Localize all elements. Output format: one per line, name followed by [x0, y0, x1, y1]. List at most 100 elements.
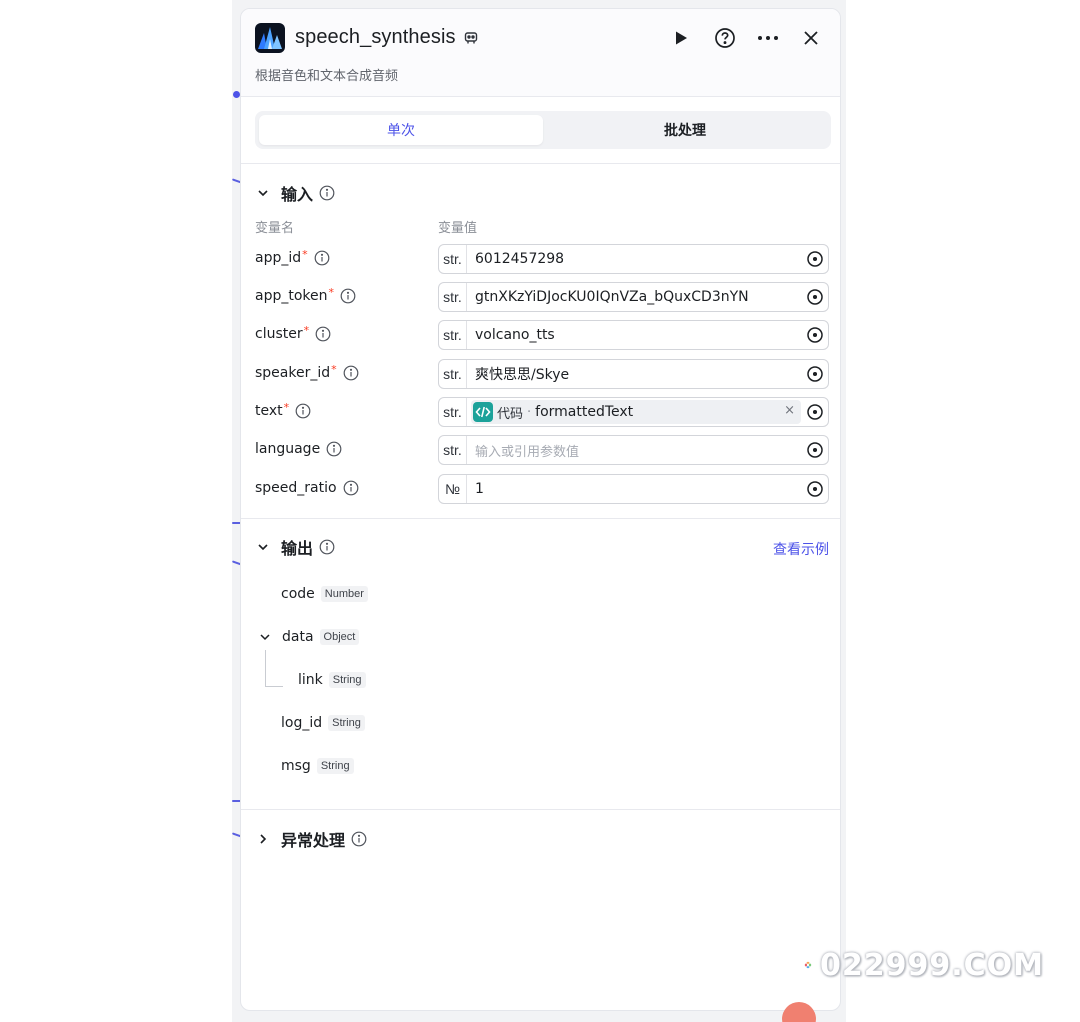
section-divider: [241, 809, 840, 810]
variable-reference-chip[interactable]: 代码 · formattedText ×: [471, 400, 801, 424]
type-tag[interactable]: str.: [439, 360, 467, 388]
field-value[interactable]: 1: [475, 481, 806, 497]
chevron-down-icon[interactable]: [255, 539, 271, 555]
output-field-log-id: log_id String: [281, 712, 365, 734]
node-logo-icon: [255, 23, 285, 53]
param-row-cluster: cluster * str. volcano_tts: [255, 320, 831, 350]
output-type-badge: Number: [320, 586, 368, 602]
cluster-field[interactable]: str. volcano_tts: [438, 320, 829, 350]
chevron-down-icon[interactable]: [259, 631, 271, 643]
info-icon[interactable]: [295, 403, 311, 419]
field-placeholder[interactable]: 输入或引用参数值: [475, 441, 806, 460]
reference-target-icon[interactable]: [806, 365, 824, 383]
param-name: app_id: [255, 250, 302, 266]
chevron-down-icon[interactable]: [255, 185, 271, 201]
run-icon[interactable]: [669, 26, 693, 50]
param-row-speaker-id: speaker_id * str. 爽快思思/Skye: [255, 359, 831, 389]
param-name: text: [255, 403, 283, 419]
reference-target-icon[interactable]: [806, 403, 824, 421]
field-value[interactable]: 爽快思思/Skye: [475, 364, 806, 384]
exception-section-header[interactable]: 异常处理: [255, 827, 367, 851]
field-value[interactable]: volcano_tts: [475, 327, 806, 343]
close-icon[interactable]: [799, 26, 823, 50]
watermark-text: 022999.COM: [819, 947, 1044, 983]
chevron-right-icon[interactable]: [255, 831, 271, 847]
field-value[interactable]: gtnXKzYiDJocKU0IQnVZa_bQuxCD3nYN: [475, 289, 806, 305]
connection-port[interactable]: [233, 91, 240, 98]
param-name: language: [255, 441, 321, 457]
param-row-language: language str. 输入或引用参数值: [255, 435, 831, 465]
reference-source: 代码: [497, 406, 524, 422]
required-mark: *: [328, 285, 335, 299]
output-section-header[interactable]: 输出: [255, 535, 335, 559]
remove-reference-icon[interactable]: ×: [784, 403, 795, 418]
speed-ratio-field[interactable]: № 1: [438, 474, 829, 504]
info-icon[interactable]: [314, 250, 330, 266]
info-icon[interactable]: [315, 326, 331, 342]
section-divider: [241, 518, 840, 519]
tree-connector: [265, 686, 283, 687]
language-field[interactable]: str. 输入或引用参数值: [438, 435, 829, 465]
type-tag[interactable]: str.: [439, 398, 467, 426]
type-tag[interactable]: str.: [439, 245, 467, 273]
output-name: code: [281, 586, 315, 602]
info-icon[interactable]: [343, 480, 359, 496]
node-panel: speech_synthesis 根据音色和文本合成音频 单次 批处理 输入 变…: [240, 8, 841, 1011]
reference-target-icon[interactable]: [806, 326, 824, 344]
type-tag[interactable]: str.: [439, 283, 467, 311]
input-section-header[interactable]: 输入: [255, 181, 335, 205]
reference-target-icon[interactable]: [806, 288, 824, 306]
param-row-text: text * str. 代码 · formattedText ×: [255, 397, 831, 427]
watermark-logo-icon: [804, 961, 812, 969]
field-value[interactable]: 6012457298: [475, 251, 806, 267]
param-row-app-token: app_token * str. gtnXKzYiDJocKU0IQnVZa_bQ…: [255, 282, 831, 312]
more-icon[interactable]: [756, 26, 780, 50]
required-mark: *: [303, 323, 310, 337]
info-icon[interactable]: [343, 365, 359, 381]
output-field-data[interactable]: data Object: [259, 626, 360, 648]
reference-target-icon[interactable]: [806, 480, 824, 498]
info-icon[interactable]: [326, 441, 342, 457]
tab-batch[interactable]: 批处理: [543, 115, 827, 145]
input-section-title: 输入: [281, 185, 314, 204]
view-example-link[interactable]: 查看示例: [773, 539, 829, 559]
param-name: cluster: [255, 326, 303, 342]
section-divider: [241, 163, 840, 164]
reference-variable: formattedText: [535, 404, 634, 420]
reference-separator: ·: [527, 404, 532, 420]
plugin-badge-icon: [463, 30, 479, 46]
mode-tabs: 单次 批处理: [255, 111, 831, 149]
info-icon[interactable]: [351, 831, 367, 847]
output-type-badge: String: [328, 715, 365, 731]
output-type-badge: Object: [319, 629, 360, 645]
help-icon[interactable]: [713, 26, 737, 50]
type-tag[interactable]: str.: [439, 321, 467, 349]
column-header-name: 变量名: [255, 221, 295, 236]
param-row-speed-ratio: speed_ratio № 1: [255, 474, 831, 504]
watermark: 022999.COM: [804, 936, 1044, 994]
text-field[interactable]: str. 代码 · formattedText ×: [438, 397, 829, 427]
output-name: link: [298, 672, 323, 688]
param-row-app-id: app_id * str. 6012457298: [255, 244, 831, 274]
required-mark: *: [283, 400, 290, 414]
param-name: speaker_id: [255, 365, 331, 381]
app-id-field[interactable]: str. 6012457298: [438, 244, 829, 274]
info-icon[interactable]: [319, 185, 335, 201]
required-mark: *: [302, 247, 308, 261]
reference-target-icon[interactable]: [806, 250, 824, 268]
type-tag[interactable]: №: [439, 475, 467, 503]
info-icon[interactable]: [319, 539, 335, 555]
exception-section-title: 异常处理: [281, 831, 346, 850]
app-token-field[interactable]: str. gtnXKzYiDJocKU0IQnVZa_bQuxCD3nYN: [438, 282, 829, 312]
speaker-id-field[interactable]: str. 爽快思思/Skye: [438, 359, 829, 389]
column-header-value: 变量值: [438, 221, 478, 236]
node-description: 根据音色和文本合成音频: [255, 69, 399, 84]
output-type-badge: String: [316, 758, 354, 774]
code-icon: [473, 402, 493, 422]
reference-target-icon[interactable]: [806, 441, 824, 459]
info-icon[interactable]: [340, 288, 356, 304]
output-field-code: code Number: [281, 583, 368, 605]
tab-single[interactable]: 单次: [259, 115, 543, 145]
type-tag[interactable]: str.: [439, 436, 467, 464]
node-title: speech_synthesis: [295, 26, 456, 48]
